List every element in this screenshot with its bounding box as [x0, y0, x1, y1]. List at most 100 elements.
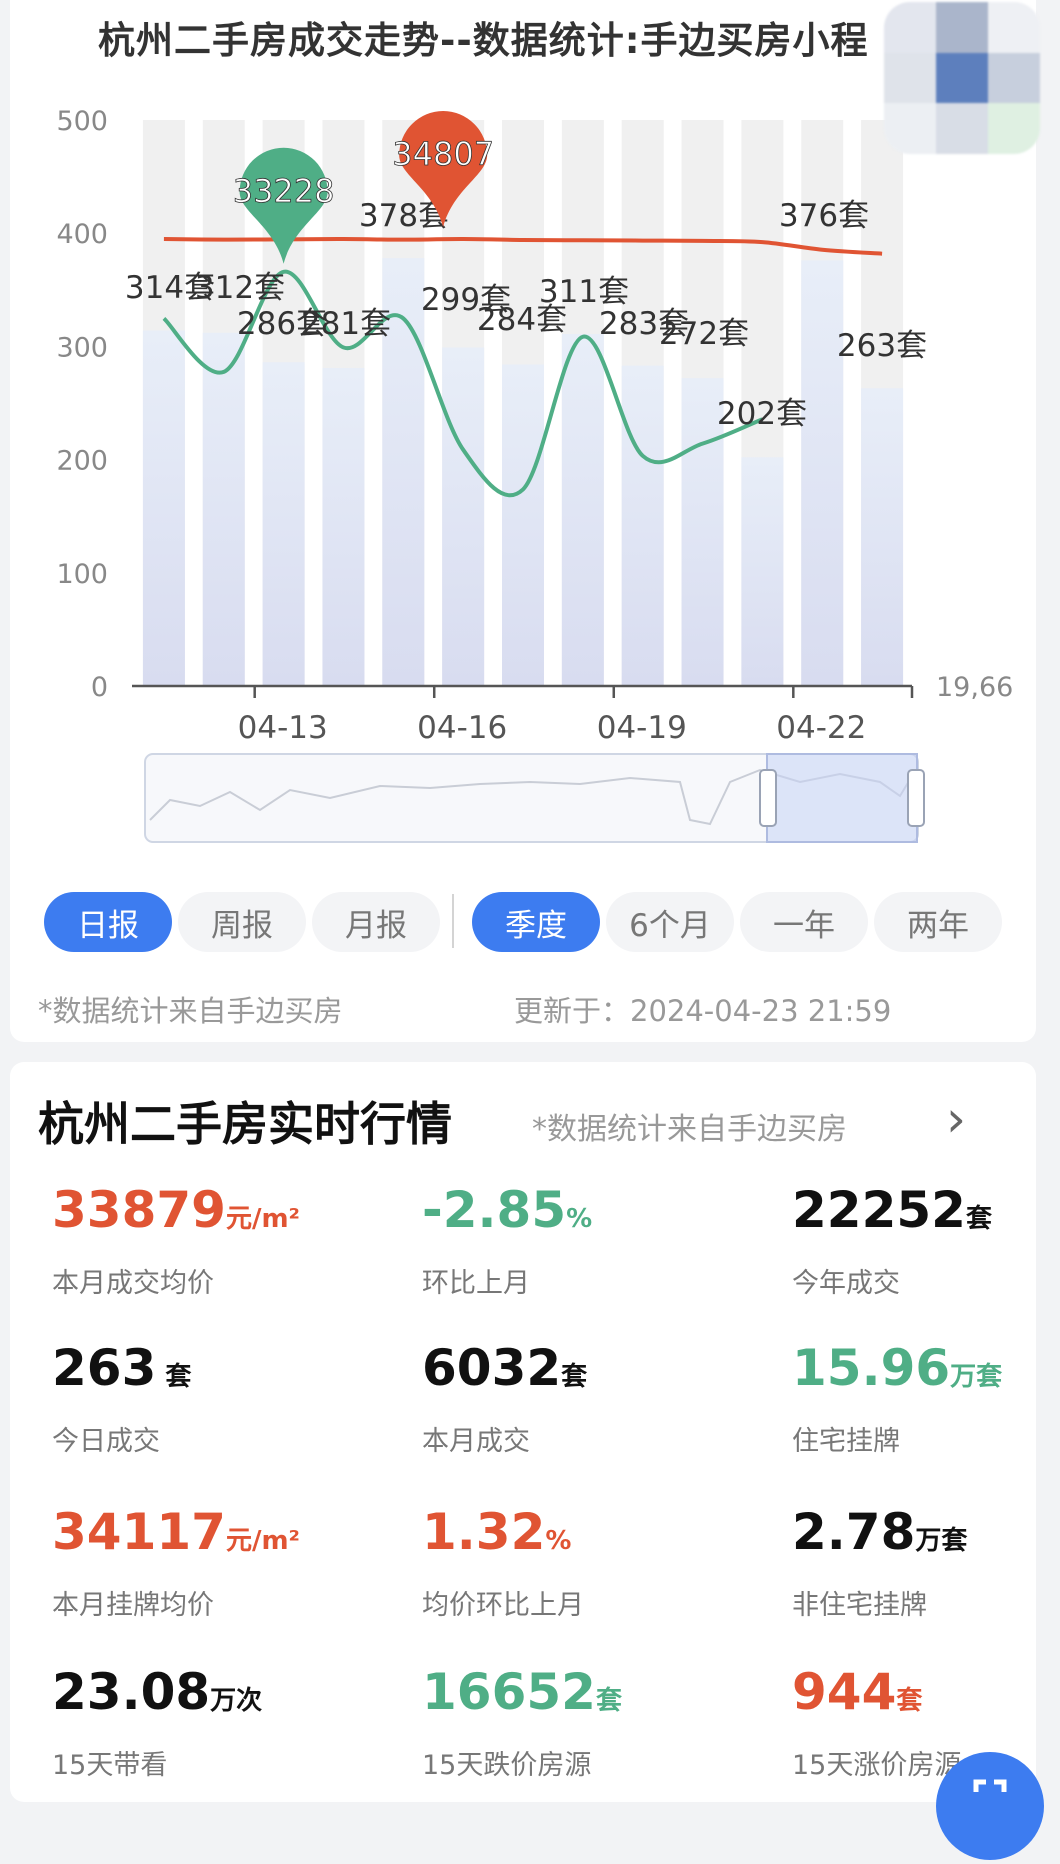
stat-label: 非住宅挂牌 [792, 1590, 927, 1621]
x-axis-tick-label: 04-16 [417, 710, 507, 746]
tab-1-year[interactable]: 一年 [740, 892, 868, 952]
left-axis-tick-label: 300 [56, 332, 108, 363]
bar-value-label: 272套 [659, 316, 749, 352]
pin-value-label: 33228 [233, 172, 335, 210]
stat-value: 33879元/m² [52, 1180, 372, 1249]
market-stat: 33879元/m² 本月成交均价 [52, 1180, 372, 1300]
stat-number: 34117 [52, 1503, 226, 1561]
volume-bar [322, 367, 365, 686]
data-zoom-slider[interactable] [144, 753, 925, 843]
tab-daily[interactable]: 日报 [44, 892, 172, 952]
zoom-window [766, 753, 918, 843]
zoom-handle-right[interactable] [907, 769, 925, 827]
market-card: 杭州二手房实时行情 *数据统计来自手边买房 › 33879元/m² 本月成交均价 -… [10, 1062, 1036, 1802]
left-axis-tick-label: 400 [56, 219, 108, 250]
stat-number: 2.78 [792, 1503, 916, 1561]
stat-number: 6032 [422, 1339, 562, 1397]
market-stat: 1.32% 均价环比上月 [422, 1502, 742, 1622]
stat-value: 23.08万次 [52, 1662, 372, 1731]
stat-value: 22252套 [792, 1180, 1060, 1249]
stat-label: 今年成交 [792, 1268, 900, 1299]
expand-icon [973, 1779, 1007, 1792]
stat-value: -2.85% [422, 1180, 742, 1249]
stat-label: 15天跌价房源 [422, 1750, 592, 1781]
volume-bar [621, 365, 664, 686]
left-axis-tick-label: 0 [91, 672, 108, 703]
stat-unit: % [566, 1204, 593, 1234]
stat-number: 22252 [792, 1181, 966, 1239]
bar-value-label: 311套 [539, 274, 629, 310]
stat-label: 均价环比上月 [422, 1590, 584, 1621]
stat-unit: 万套 [950, 1362, 1003, 1392]
stat-label: 今日成交 [52, 1426, 160, 1457]
market-stat: 23.08万次 15天带看 [52, 1662, 372, 1782]
stat-value: 263 套 [52, 1338, 372, 1407]
stat-unit: 套 [595, 1686, 622, 1716]
stat-number: 16652 [422, 1663, 596, 1721]
floating-action-button[interactable] [936, 1752, 1044, 1860]
tab-6-months[interactable]: 6个月 [606, 892, 734, 952]
bar-value-label: 281套 [301, 306, 391, 342]
tab-quarter[interactable]: 季度 [472, 892, 600, 952]
tab-weekly[interactable]: 周报 [178, 892, 306, 952]
stat-unit: 元/m² [225, 1526, 300, 1556]
tab-2-years[interactable]: 两年 [874, 892, 1002, 952]
blurred-avatar-image [884, 2, 1040, 154]
stat-number: 23.08 [52, 1663, 211, 1721]
stat-label: 本月成交均价 [52, 1268, 214, 1299]
filter-tabs: 日报 周报 月报 季度 6个月 一年 两年 [0, 892, 1060, 952]
stat-label: 本月成交 [422, 1426, 530, 1457]
stat-value: 34117元/m² [52, 1502, 372, 1571]
x-axis-tick-label: 04-19 [597, 710, 687, 746]
bar-value-label: 263套 [837, 328, 927, 364]
market-stat: -2.85% 环比上月 [422, 1180, 742, 1300]
right-axis-tick-label: 19,66 [936, 672, 1013, 703]
stat-unit: % [545, 1526, 572, 1556]
volume-bar [262, 362, 305, 686]
stat-unit: 套 [561, 1362, 588, 1392]
volume-bar [142, 330, 185, 686]
left-axis-tick-label: 200 [56, 446, 108, 477]
stat-value: 1.32% [422, 1502, 742, 1571]
tab-divider [452, 894, 454, 948]
bar-value-label: 376套 [779, 198, 869, 234]
stat-value: 16652套 [422, 1662, 742, 1731]
stat-number: -2.85 [422, 1181, 567, 1239]
stat-unit: 元/m² [225, 1204, 300, 1234]
market-stat: 22252套今年成交 [792, 1180, 1060, 1300]
market-stat: 15.96万套住宅挂牌 [792, 1338, 1060, 1458]
volume-bar [741, 457, 784, 686]
stat-number: 1.32 [422, 1503, 546, 1561]
tab-monthly[interactable]: 月报 [312, 892, 440, 952]
stat-label: 15天带看 [52, 1750, 168, 1781]
market-stat: 263 套今日成交 [52, 1338, 372, 1458]
x-axis-tick-label: 04-13 [238, 710, 328, 746]
volume-bar [442, 347, 485, 686]
left-axis-tick-label: 500 [56, 106, 108, 137]
pin-value-label: 34807 [392, 135, 494, 173]
market-title: 杭州二手房实时行情 [38, 1097, 452, 1151]
stat-unit: 万次 [210, 1686, 263, 1716]
x-axis-tick-label: 04-22 [776, 710, 866, 746]
volume-bar [561, 333, 604, 686]
stat-number: 15.96 [792, 1339, 951, 1397]
stat-label: 本月挂牌均价 [52, 1590, 214, 1621]
market-stat: 16652套 15天跌价房源 [422, 1662, 742, 1782]
market-stat: 34117元/m² 本月挂牌均价 [52, 1502, 372, 1622]
zoom-handle-left[interactable] [759, 769, 777, 827]
stat-number: 944 [792, 1663, 897, 1721]
stat-label: 住宅挂牌 [792, 1426, 900, 1457]
chart-title: 杭州二手房成交走势--数据统计:手边买房小程 [98, 19, 869, 62]
market-stat: 2.78万套 非住宅挂牌 [792, 1502, 1060, 1622]
volume-bar [502, 364, 544, 686]
chevron-right-icon[interactable]: › [946, 1090, 966, 1148]
data-source-note: *数据统计来自手边买房 [38, 994, 343, 1028]
market-source-note: *数据统计来自手边买房 [532, 1112, 847, 1147]
bar-value-label: 202套 [717, 396, 807, 432]
market-stat: 6032套本月成交 [422, 1338, 742, 1458]
stat-unit: 套 [156, 1362, 192, 1392]
volume-bar [202, 332, 245, 686]
left-axis-tick-label: 100 [56, 559, 108, 590]
volume-bar [861, 388, 904, 686]
stat-unit: 套 [965, 1204, 992, 1234]
